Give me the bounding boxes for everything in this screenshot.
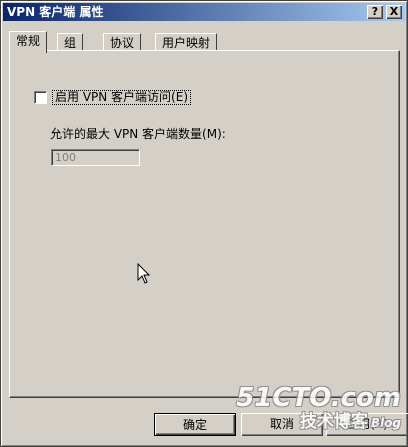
tab-general-label: 常规 [16,34,41,48]
tab-groups-label: 组 [64,36,77,50]
tab-protocols-label: 协议 [110,36,135,50]
site-watermark: 51CTO.com 技术博客 Blog [236,384,401,433]
close-button[interactable]: X [386,5,402,19]
tab-strip: 常规 组 协议 用户映射 [9,31,401,53]
tab-protocols[interactable]: 协议 [103,33,142,51]
tab-user-mapping[interactable]: 用户映射 [155,33,218,51]
enable-vpn-access-checkbox[interactable] [34,91,47,104]
max-clients-label: 允许的最大 VPN 客户端数量(M): [50,127,226,141]
mouse-pointer-icon [137,263,151,284]
vpn-client-properties-dialog: VPN 客户端 属性 ? X 常规 组 协议 用户映射 启用 VPN 客户端访问… [0,0,408,447]
tab-groups[interactable]: 组 [57,33,84,51]
tab-general[interactable]: 常规 [9,31,48,53]
watermark-subtitle-text: 技术博客 [299,412,368,432]
ok-button[interactable]: 确定 [154,413,236,436]
watermark-logo-text: 51CTO.com [236,383,401,413]
max-clients-input[interactable]: 100 [51,149,140,166]
enable-vpn-access-label[interactable]: 启用 VPN 客户端访问(E) [52,90,191,105]
general-tab-panel: 启用 VPN 客户端访问(E) 允许的最大 VPN 客户端数量(M): 100 [9,50,400,398]
watermark-subtitle: 技术博客 Blog [236,412,401,433]
window-title: VPN 客户端 属性 [7,5,104,19]
watermark-blog-text: Blog [370,416,401,430]
title-bar[interactable]: VPN 客户端 属性 ? X [3,3,405,21]
help-button[interactable]: ? [367,5,383,19]
tab-user-mapping-label: 用户映射 [162,36,211,50]
